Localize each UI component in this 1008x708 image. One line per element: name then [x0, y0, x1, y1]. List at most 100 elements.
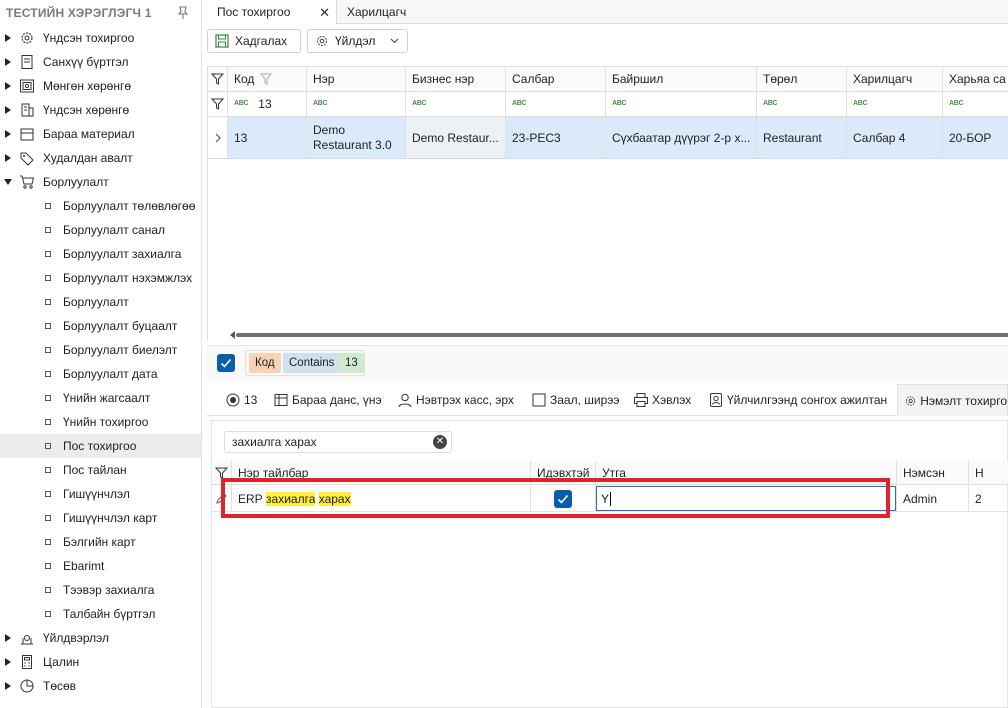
filter-field-chip[interactable]: Код	[249, 353, 281, 373]
expand-arrow-icon[interactable]	[5, 634, 11, 642]
cell-code[interactable]: 13	[228, 117, 307, 158]
col-name[interactable]: Нэр	[307, 67, 406, 91]
bullet-square-icon	[45, 371, 51, 377]
sidebar-subitem[interactable]: Бэлгийн карт	[0, 530, 201, 554]
subitem-label: Пос тохиргоо	[63, 439, 137, 453]
expand-arrow-icon[interactable]	[5, 106, 11, 114]
scrollbar-thumb[interactable]	[236, 333, 1008, 337]
tab-product-accounts[interactable]: Бараа данс, үнэ	[273, 384, 382, 416]
filter-cell-affiliation[interactable]: ABC	[943, 92, 1008, 116]
expand-arrow-icon[interactable]	[5, 82, 11, 90]
sidebar-subitem[interactable]: Борлуулалт буцаалт	[0, 314, 201, 338]
filter-cell-name[interactable]: ABC	[307, 92, 406, 116]
filter-enabled-checkbox[interactable]	[217, 354, 235, 372]
filter-cell-business-name[interactable]: ABC	[406, 92, 506, 116]
cell-branch[interactable]: 23-РЕС3	[506, 117, 606, 158]
col-customer[interactable]: Харилцагч	[847, 67, 943, 91]
sidebar-item-basic-settings[interactable]: Үндсэн тохиргоо	[0, 26, 201, 50]
sidebar-subitem[interactable]: Борлуулалт нэхэмжлэх	[0, 266, 201, 290]
sidebar-subitem[interactable]: Гишүүнчлэл	[0, 482, 201, 506]
col-business-name[interactable]: Бизнес нэр	[406, 67, 506, 91]
sidebar-subitem-active[interactable]: Пос тохиргоо	[0, 434, 201, 458]
sidebar-item-production[interactable]: Үйлдвэрлэл	[0, 626, 201, 650]
filter-operator-chip[interactable]: Contains	[283, 353, 341, 373]
tab-record-13[interactable]: 13	[225, 384, 257, 416]
expand-arrow-icon[interactable]	[5, 154, 11, 162]
scroll-left-icon[interactable]	[230, 331, 235, 339]
cell-business-name[interactable]: Demo Restaur...	[406, 117, 506, 158]
tab-label: Хэвлэх	[652, 393, 692, 407]
sidebar-item-purchasing[interactable]: Худалдан авалт	[0, 146, 201, 170]
sidebar-subitem[interactable]: Үнийн тохиргоо	[0, 410, 201, 434]
cell-type[interactable]: Restaurant	[757, 117, 847, 158]
filter-cell-branch[interactable]: ABC	[506, 92, 606, 116]
tab-service-staff[interactable]: Үйлчилгээнд сонгох ажилтан	[708, 384, 887, 416]
search-input[interactable]: захиалга харах ✕	[224, 431, 452, 453]
filter-icon[interactable]	[208, 92, 228, 116]
filter-cell-type[interactable]: ABC	[757, 92, 847, 116]
sidebar-subitem[interactable]: Борлуулалт төлөвлөгөө	[0, 194, 201, 218]
tab-login-cash[interactable]: Нэвтрэх касс, эрх	[397, 384, 514, 416]
col-affiliation[interactable]: Харьяа са	[943, 67, 1008, 91]
pin-icon[interactable]	[177, 6, 189, 20]
sidebar-subitem[interactable]: Талбайн бүртгэл	[0, 602, 201, 626]
cell-name[interactable]: Demo Restaurant 3.0	[307, 117, 406, 158]
filter-icon[interactable]	[208, 67, 228, 91]
expand-arrow-icon[interactable]	[5, 130, 11, 138]
col-branch[interactable]: Салбар	[506, 67, 606, 91]
filter-cell-code[interactable]: ABC 13	[228, 92, 307, 116]
sidebar-subitem[interactable]: Борлуулалт санал	[0, 218, 201, 242]
sidebar-item-finance[interactable]: Санхүү бүртгэл	[0, 50, 201, 74]
sidebar-subitem[interactable]: Борлуулалт захиалга	[0, 242, 201, 266]
horizontal-scrollbar[interactable]	[208, 331, 1008, 339]
tab-hall-tables[interactable]: Заал, ширээ	[531, 384, 620, 416]
filter-cell-location[interactable]: ABC	[606, 92, 757, 116]
cell-extra[interactable]: 2	[969, 486, 1008, 511]
col-location[interactable]: Байршил	[606, 67, 757, 91]
clear-search-icon[interactable]: ✕	[433, 435, 447, 449]
collapse-arrow-icon[interactable]	[4, 179, 12, 185]
table-row[interactable]: 13 Demo Restaurant 3.0 Demo Restaur... 23…	[208, 117, 1008, 159]
sidebar-subitem[interactable]: Борлуулалт биелэлт	[0, 338, 201, 362]
tab-additional-settings[interactable]: Нэмэлт тохирго	[897, 384, 1008, 416]
expand-arrow-icon[interactable]	[5, 34, 11, 42]
sidebar-subitem[interactable]: Пос тайлан	[0, 458, 201, 482]
filter-cell-customer[interactable]: ABC	[847, 92, 943, 116]
cell-text: Салбар 4	[853, 130, 906, 145]
expand-arrow-icon[interactable]	[5, 682, 11, 690]
sidebar-item-payroll[interactable]: Цалин	[0, 650, 201, 674]
sidebar-item-inventory[interactable]: Бараа материал	[0, 122, 201, 146]
cart-icon	[20, 175, 35, 189]
col-label: Харилцагч	[853, 72, 913, 86]
sidebar-item-cash[interactable]: Мөнгөн хөрөнгө	[0, 74, 201, 98]
col-extra[interactable]: Н	[969, 461, 1008, 484]
col-code[interactable]: Код	[228, 67, 307, 91]
close-icon[interactable]: ✕	[319, 5, 330, 21]
cell-customer[interactable]: Салбар 4	[847, 117, 943, 158]
expand-arrow-icon[interactable]	[5, 58, 11, 66]
sidebar-item-sales[interactable]: Борлуулалт	[0, 170, 201, 194]
expand-arrow-icon[interactable]	[5, 658, 11, 666]
action-dropdown-button[interactable]: Үйлдэл	[307, 29, 408, 53]
chevron-right-icon[interactable]	[208, 117, 228, 158]
cell-location[interactable]: Сүхбаатар дүүрэг 2-р х...	[606, 117, 757, 158]
sidebar-subitem[interactable]: Борлуулалт	[0, 290, 201, 314]
tab-print[interactable]: Хэвлэх	[633, 384, 691, 416]
sidebar-item-budget[interactable]: Төсөв	[0, 674, 201, 698]
col-type[interactable]: Төрөл	[757, 67, 847, 91]
sidebar-subitem[interactable]: Борлуулалт дата	[0, 362, 201, 386]
col-label: Нэмсэн	[903, 465, 945, 480]
filter-icon[interactable]	[260, 73, 273, 85]
tab-pos-settings[interactable]: Пос тохиргоо ✕	[207, 0, 337, 24]
sidebar-subitem[interactable]: Үнийн жагсаалт	[0, 386, 201, 410]
save-button[interactable]: Хадгалах	[207, 29, 301, 53]
sidebar-item-fixed-assets[interactable]: Үндсэн хөрөнгө	[0, 98, 201, 122]
filter-value-chip[interactable]: 13	[339, 353, 364, 373]
cell-affiliation[interactable]: 20-БОР	[943, 117, 1008, 158]
col-added-by[interactable]: Нэмсэн	[897, 461, 969, 484]
sidebar-subitem[interactable]: Ebarimt	[0, 554, 201, 578]
sidebar-subitem[interactable]: Гишүүнчлэл карт	[0, 506, 201, 530]
sidebar-subitem[interactable]: Тээвэр захиалга	[0, 578, 201, 602]
cell-added-by[interactable]: Admin	[897, 486, 969, 511]
tab-customer[interactable]: Харилцагч	[337, 0, 416, 24]
